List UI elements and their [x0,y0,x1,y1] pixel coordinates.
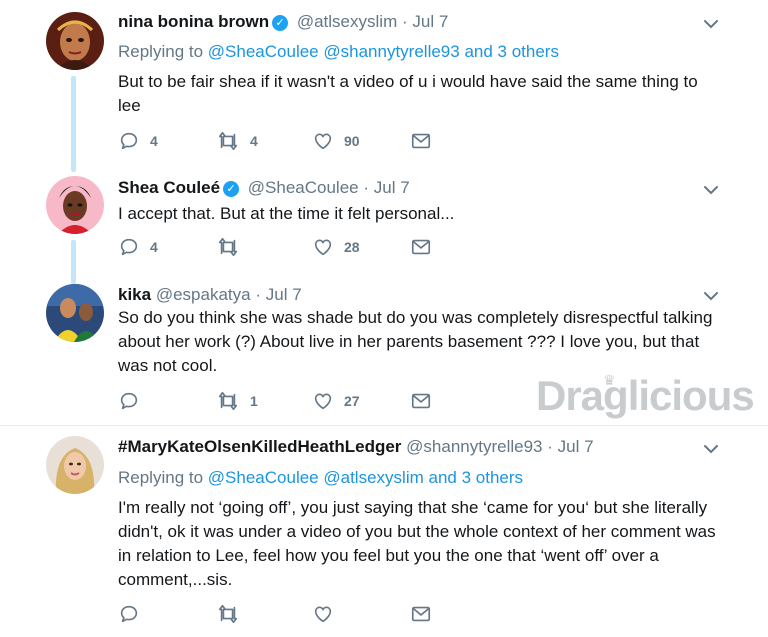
verified-badge-icon: ✓ [272,15,289,31]
tweet-text: I accept that. But at the time it felt p… [118,204,455,223]
reply-button[interactable]: 4 [118,130,158,152]
tweet[interactable]: Shea Couleé ✓ @SheaCoulee · Jul 7 I accep… [0,166,768,276]
retweet-icon [218,237,238,257]
envelope-icon [411,393,431,409]
user-handle[interactable]: @shannytyrelle93 [406,437,542,456]
like-button[interactable]: 27 [312,390,360,412]
reply-button[interactable]: 4 [118,236,158,258]
message-button[interactable] [410,130,432,152]
others-link[interactable]: and 3 others [464,42,559,61]
reply-count: 4 [150,239,158,255]
retweet-count: 4 [250,133,258,149]
retweet-button[interactable] [216,603,250,625]
tweet-date[interactable]: Jul 7 [266,285,302,304]
mention-link[interactable]: @SheaCoulee [208,468,319,487]
tweet-text: So do you think she was shade but do you… [118,308,713,375]
tweet-date[interactable]: Jul 7 [412,12,448,31]
heart-icon [314,606,332,623]
replying-label: Replying to [118,468,204,487]
tweet[interactable]: nina bonina brown ✓ @atlsexyslim · Jul 7 … [0,0,768,166]
replying-label: Replying to [118,42,204,61]
avatar[interactable] [46,284,104,342]
separator-dot: · [401,12,408,31]
tweet-text: But to be fair shea if it wasn't a video… [118,72,698,115]
replying-to: Replying to @SheaCoulee @atlsexyslim and… [118,468,523,488]
message-button[interactable] [410,390,432,412]
display-name[interactable]: nina bonina brown [118,12,269,31]
heart-icon [314,239,332,256]
reply-icon [120,132,138,150]
display-name[interactable]: Shea Couleé [118,178,220,197]
like-button[interactable]: 28 [312,236,360,258]
envelope-icon [411,239,431,255]
tweet-header: Shea Couleé ✓ @SheaCoulee · Jul 7 [118,178,410,198]
retweet-button[interactable]: 1 [216,390,258,412]
avatar[interactable] [46,12,104,70]
retweet-icon [218,604,238,624]
display-name[interactable]: #MaryKateOlsenKilledHeathLedger [118,437,401,456]
chevron-down-icon[interactable] [701,14,721,34]
like-count: 27 [344,393,360,409]
retweet-button[interactable] [216,236,250,258]
reply-icon [120,238,138,256]
separator-dot: · [363,178,370,197]
retweet-icon [218,131,238,151]
user-handle[interactable]: @SheaCoulee [248,178,359,197]
avatar[interactable] [46,176,104,234]
heart-icon [314,133,332,150]
tweet-text: I'm really not ‘going off’, you just say… [118,498,716,589]
tweet-header: kika @espakatya · Jul 7 [118,285,302,305]
message-button[interactable] [410,603,432,625]
retweet-button[interactable]: 4 [216,130,258,152]
reply-icon [120,392,138,410]
display-name[interactable]: kika [118,285,151,304]
mention-link[interactable]: @atlsexyslim [323,468,423,487]
like-button[interactable] [312,603,344,625]
reply-button[interactable] [118,603,150,625]
user-handle[interactable]: @espakatya [156,285,251,304]
tweet-date[interactable]: Jul 7 [558,437,594,456]
others-link[interactable]: and 3 others [429,468,524,487]
envelope-icon [411,606,431,622]
watermark-logo: Draglicious [536,372,755,419]
retweet-count: 1 [250,393,258,409]
reply-count: 4 [150,133,158,149]
retweet-icon [218,391,238,411]
crown-icon: ♛ [603,372,616,388]
chevron-down-icon[interactable] [701,180,721,200]
reply-icon [120,605,138,623]
mention-link[interactable]: @shannytyrelle93 [323,42,459,61]
separator-dot: · [547,437,553,456]
like-count: 28 [344,239,360,255]
heart-icon [314,393,332,410]
tweet-date[interactable]: Jul 7 [374,178,410,197]
avatar[interactable] [46,436,104,494]
chevron-down-icon[interactable] [701,286,721,306]
like-button[interactable]: 90 [312,130,360,152]
tweet[interactable]: #MaryKateOlsenKilledHeathLedger @shannyt… [0,426,768,637]
chevron-down-icon[interactable] [701,439,721,459]
mention-link[interactable]: @SheaCoulee [208,42,319,61]
message-button[interactable] [410,236,432,258]
separator-dot: · [255,285,261,304]
user-handle[interactable]: @atlsexyslim [297,12,397,31]
tweet-header: #MaryKateOlsenKilledHeathLedger @shannyt… [118,437,594,457]
tweet-header: nina bonina brown ✓ @atlsexyslim · Jul 7 [118,12,448,32]
replying-to: Replying to @SheaCoulee @shannytyrelle93… [118,42,559,62]
reply-button[interactable] [118,390,150,412]
verified-badge-icon: ✓ [223,181,240,197]
envelope-icon [411,133,431,149]
like-count: 90 [344,133,360,149]
